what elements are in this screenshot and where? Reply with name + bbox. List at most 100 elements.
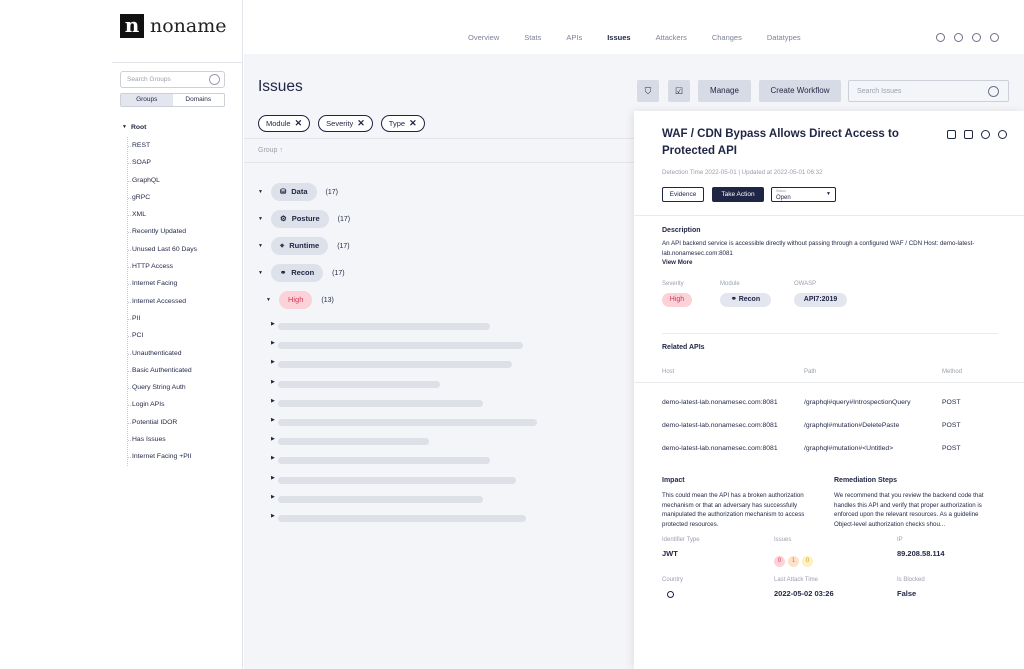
api-method[interactable]: POST [942, 399, 961, 406]
tree-item[interactable]: Unused Last 60 Days [128, 241, 197, 258]
close-icon[interactable]: ✕ [409, 116, 417, 131]
api-host[interactable]: demo-latest-lab.nonamesec.com:8081 [662, 399, 778, 406]
tree-item[interactable]: Internet Facing +PII [128, 448, 197, 465]
caret-right-icon[interactable]: ▶ [271, 379, 275, 385]
issues-label: Issues [774, 537, 792, 543]
divider [112, 62, 243, 63]
api-host[interactable]: demo-latest-lab.nonamesec.com:8081 [662, 422, 778, 429]
search-groups-input[interactable]: Search Groups [120, 71, 225, 88]
subgroup-high[interactable]: ▼ High (13) [266, 291, 334, 309]
select-button[interactable]: ☑ [668, 80, 690, 102]
loading-row [278, 476, 516, 484]
group-pill: ⚙ Posture [270, 210, 329, 228]
user-icon[interactable] [972, 33, 981, 42]
api-host[interactable]: demo-latest-lab.nonamesec.com:8081 [662, 445, 778, 452]
link-icon[interactable] [981, 130, 990, 139]
tab-groups[interactable]: Groups [121, 94, 173, 106]
caret-right-icon[interactable]: ▶ [271, 359, 275, 365]
status-select[interactable]: Status Open ▼ [771, 187, 836, 202]
group-sort-header[interactable]: Group ↑ [244, 138, 636, 163]
menu-icon[interactable] [990, 33, 999, 42]
groups-domains-toggle: Groups Domains [120, 93, 225, 107]
tree-item[interactable]: gRPC [128, 189, 197, 206]
settings-icon[interactable] [936, 33, 945, 42]
nav-overview[interactable]: Overview [468, 33, 499, 42]
search-icon [209, 74, 220, 85]
filter-button[interactable]: ⛉ [637, 80, 659, 102]
manage-button[interactable]: Manage [698, 80, 751, 102]
filter-chip[interactable]: Module ✕ [258, 115, 311, 132]
tree-item[interactable]: HTTP Access [128, 258, 197, 275]
tree-item[interactable]: GraphQL [128, 172, 197, 189]
issue-group-row[interactable]: ▼ ⌖ Runtime (17) [258, 237, 350, 255]
tree-item[interactable]: SOAP [128, 154, 197, 171]
download-icon[interactable] [964, 130, 973, 139]
severity-pill: High [278, 291, 313, 309]
divider [634, 382, 1024, 383]
nav-attackers[interactable]: Attackers [656, 33, 687, 42]
filter-icon: ⛉ [644, 86, 652, 96]
create-workflow-button[interactable]: Create Workflow [759, 80, 841, 102]
tab-domains[interactable]: Domains [173, 94, 225, 106]
caret-right-icon[interactable]: ▶ [271, 436, 275, 442]
view-more-link[interactable]: View More [662, 258, 693, 268]
caret-right-icon[interactable]: ▶ [271, 455, 275, 461]
col-host: Host [662, 369, 675, 375]
caret-right-icon[interactable]: ▶ [271, 494, 275, 500]
caret-right-icon[interactable]: ▶ [271, 513, 275, 519]
high-count-badge: 0 [774, 556, 785, 567]
filter-chip[interactable]: Severity ✕ [318, 115, 373, 132]
tree-item[interactable]: REST [128, 137, 197, 154]
api-path[interactable]: /graphql#mutation#DeletePaste [804, 422, 899, 429]
loading-row [278, 323, 490, 330]
play-icon[interactable] [998, 130, 1007, 139]
nav-datatypes[interactable]: Datatypes [767, 33, 801, 42]
tree-item[interactable]: Recently Updated [128, 223, 197, 240]
caret-right-icon[interactable]: ▶ [271, 398, 275, 404]
api-path[interactable]: /graphql#mutation#<Untitled> [804, 445, 893, 452]
evidence-button[interactable]: Evidence [662, 187, 704, 202]
tree-item[interactable]: Internet Accessed [128, 293, 197, 310]
status-value: Open [776, 195, 791, 201]
filter-chip[interactable]: Type ✕ [380, 115, 425, 132]
take-action-button[interactable]: Take Action [712, 187, 764, 202]
search-issues-input[interactable]: Search Issues [848, 80, 1009, 102]
tree-item[interactable]: Has Issues [128, 431, 197, 448]
nav-apis[interactable]: APIs [566, 33, 582, 42]
tree-item[interactable]: Unauthenticated [128, 345, 197, 362]
tree-item[interactable]: Potential IDOR [128, 414, 197, 431]
document-icon[interactable] [947, 130, 956, 139]
tree-item[interactable]: Login APIs [128, 396, 197, 413]
caret-right-icon[interactable]: ▶ [271, 321, 275, 327]
close-icon[interactable]: ✕ [295, 116, 303, 131]
nav-issues[interactable]: Issues [607, 33, 630, 42]
tree-item[interactable]: PII [128, 310, 197, 327]
issue-group-row[interactable]: ▼ ⚙ Posture (17) [258, 210, 350, 228]
remediation-text: We recommend that you review the backend… [834, 492, 984, 528]
api-path[interactable]: /graphql#query#IntrospectionQuery [804, 399, 911, 406]
divider [662, 333, 998, 334]
loading-row [278, 457, 490, 465]
owasp-pill: API7:2019 [794, 293, 847, 307]
close-icon[interactable]: ✕ [357, 116, 365, 131]
tree-item[interactable]: Internet Facing [128, 275, 197, 292]
tree-root[interactable]: ▼ Root [122, 121, 197, 133]
caret-down-icon: ▼ [258, 189, 263, 195]
nav-changes[interactable]: Changes [712, 33, 742, 42]
tree-item[interactable]: Query String Auth [128, 379, 197, 396]
api-method[interactable]: POST [942, 422, 961, 429]
issue-group-row[interactable]: ▼ ⚭ Recon (17) [258, 264, 345, 282]
loading-row [278, 515, 526, 522]
caret-right-icon[interactable]: ▶ [271, 417, 275, 423]
caret-right-icon[interactable]: ▶ [271, 475, 275, 481]
api-method[interactable]: POST [942, 445, 961, 452]
description-text: An API backend service is accessible dir… [662, 240, 975, 257]
caret-right-icon[interactable]: ▶ [271, 340, 275, 346]
tree-item[interactable]: PCI [128, 327, 197, 344]
bell-icon[interactable] [954, 33, 963, 42]
tree-item[interactable]: XML [128, 206, 197, 223]
nav-stats[interactable]: Stats [524, 33, 541, 42]
logo[interactable]: n noname [120, 14, 227, 38]
tree-item[interactable]: Basic Authenticated [128, 362, 197, 379]
issue-group-row[interactable]: ▼ ⛁ Data (17) [258, 183, 338, 201]
